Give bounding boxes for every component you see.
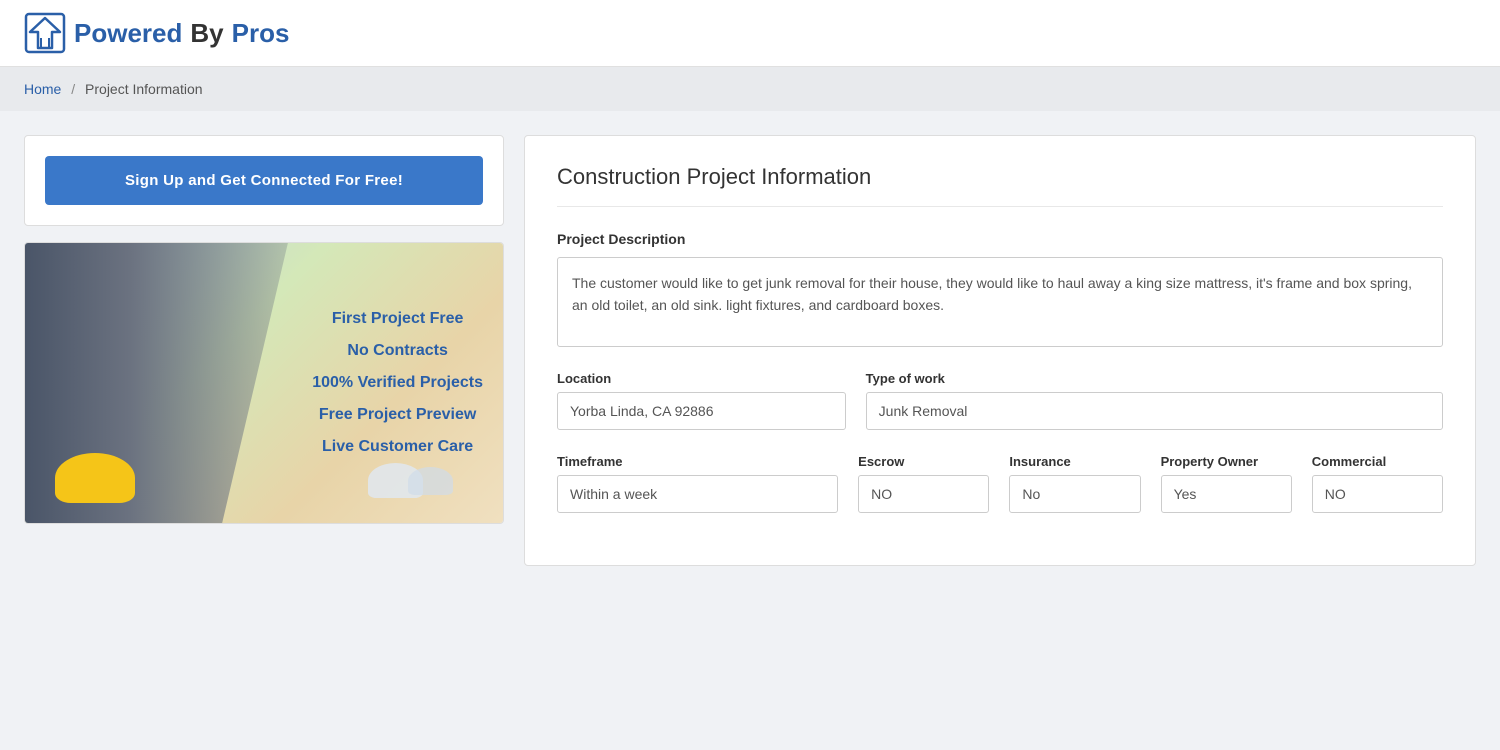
sidebar: Sign Up and Get Connected For Free! Firs… (24, 135, 504, 566)
breadcrumb-bar: Home / Project Information (0, 67, 1500, 111)
main-container: Sign Up and Get Connected For Free! Firs… (0, 111, 1500, 590)
insurance-value: No (1009, 475, 1140, 513)
escrow-label: Escrow (858, 454, 989, 469)
signup-button[interactable]: Sign Up and Get Connected For Free! (45, 156, 483, 205)
property-owner-group: Property Owner Yes (1161, 454, 1292, 513)
promo-card: First Project Free No Contracts 100% Ver… (24, 242, 504, 524)
promo-line-1: First Project Free (312, 303, 483, 335)
type-of-work-value: Junk Removal (866, 392, 1443, 430)
timeframe-details-row: Timeframe Within a week Escrow NO Insura… (557, 454, 1443, 513)
promo-line-2: No Contracts (312, 335, 483, 367)
description-text: The customer would like to get junk remo… (557, 257, 1443, 347)
location-label: Location (557, 371, 846, 386)
promo-line-3: 100% Verified Projects (312, 367, 483, 399)
promo-line-5: Live Customer Care (312, 431, 483, 463)
insurance-group: Insurance No (1009, 454, 1140, 513)
promo-text-overlay: First Project Free No Contracts 100% Ver… (312, 303, 483, 463)
signup-card: Sign Up and Get Connected For Free! (24, 135, 504, 226)
yellow-helmet (55, 453, 135, 503)
location-group: Location Yorba Linda, CA 92886 (557, 371, 846, 430)
breadcrumb-separator: / (71, 81, 75, 97)
panel-title: Construction Project Information (557, 164, 1443, 207)
logo-pros-text: Pros (232, 18, 290, 49)
commercial-value: NO (1312, 475, 1443, 513)
header: Powered By Pros (0, 0, 1500, 67)
property-owner-value: Yes (1161, 475, 1292, 513)
promo-line-4: Free Project Preview (312, 399, 483, 431)
commercial-group: Commercial NO (1312, 454, 1443, 513)
promo-image-area: First Project Free No Contracts 100% Ver… (25, 243, 503, 523)
escrow-group: Escrow NO (858, 454, 989, 513)
logo: Powered By Pros (24, 12, 289, 54)
breadcrumb-current: Project Information (85, 81, 203, 97)
type-of-work-label: Type of work (866, 371, 1443, 386)
location-value: Yorba Linda, CA 92886 (557, 392, 846, 430)
insurance-label: Insurance (1009, 454, 1140, 469)
escrow-value: NO (858, 475, 989, 513)
property-owner-label: Property Owner (1161, 454, 1292, 469)
timeframe-label: Timeframe (557, 454, 838, 469)
white-helmet-2 (408, 467, 453, 495)
logo-powered-text: Powered (74, 18, 182, 49)
content-panel: Construction Project Information Project… (524, 135, 1476, 566)
description-label: Project Description (557, 231, 1443, 247)
timeframe-value: Within a week (557, 475, 838, 513)
type-of-work-group: Type of work Junk Removal (866, 371, 1443, 430)
commercial-label: Commercial (1312, 454, 1443, 469)
timeframe-group: Timeframe Within a week (557, 454, 838, 513)
promo-background: First Project Free No Contracts 100% Ver… (25, 243, 503, 523)
location-type-row: Location Yorba Linda, CA 92886 Type of w… (557, 371, 1443, 430)
logo-by-text: By (190, 18, 223, 49)
breadcrumb-home-link[interactable]: Home (24, 81, 61, 97)
logo-icon (24, 12, 66, 54)
